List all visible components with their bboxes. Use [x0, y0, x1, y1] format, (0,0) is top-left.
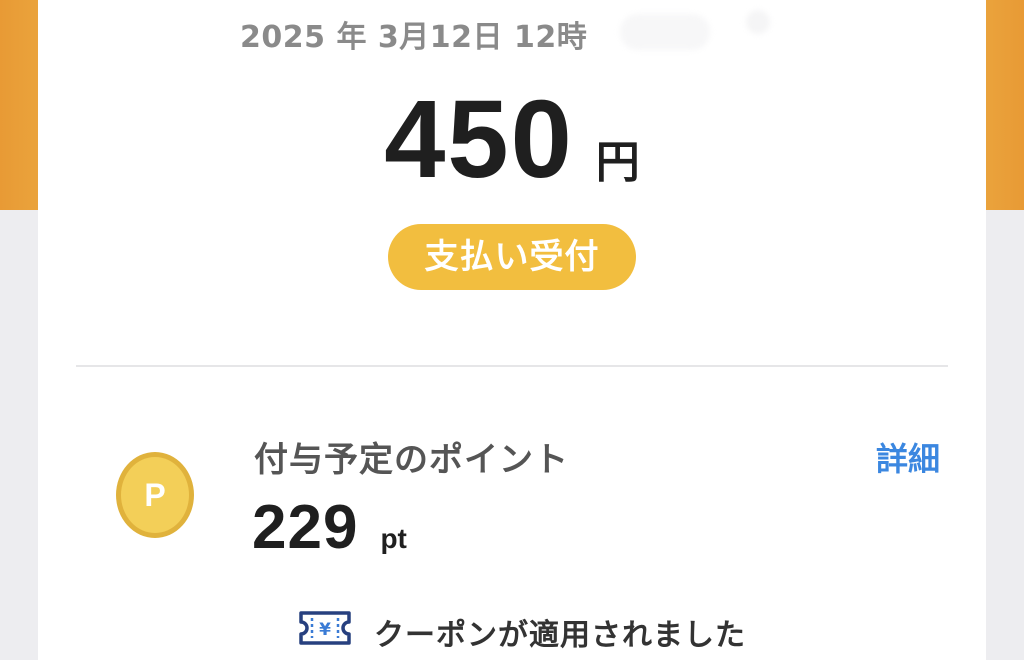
- background-left: [0, 210, 38, 660]
- points-unit: pt: [380, 523, 407, 554]
- ticket-yen-icon: ¥: [299, 611, 351, 645]
- redacted-time-mask-secondary: [746, 10, 770, 34]
- header-band-right: [986, 0, 1024, 210]
- coupon-applied-message: クーポンが適用されました: [374, 618, 746, 653]
- background-right: [986, 210, 1024, 660]
- section-divider: [76, 365, 948, 367]
- payment-status-badge: 支払い受付: [388, 224, 636, 290]
- transaction-datetime: 2025 年 3月12日 12時: [240, 20, 588, 55]
- payment-amount: 450: [384, 78, 574, 201]
- points-value: 229: [252, 493, 359, 562]
- payment-receipt-card: 2025 年 3月12日 12時 450 円 支払い受付 P 付与予定のポイント …: [38, 0, 986, 660]
- points-label: 付与予定のポイント: [254, 440, 569, 480]
- currency-unit: 円: [595, 137, 640, 188]
- ticket-yen-symbol: ¥: [319, 620, 331, 640]
- points-details-link[interactable]: 詳細: [876, 434, 940, 480]
- redacted-time-mask: [620, 14, 710, 50]
- point-coin-icon: P: [116, 452, 194, 538]
- coin-letter: P: [144, 477, 165, 513]
- payment-amount-row: 450 円: [38, 80, 986, 200]
- points-amount-row: 229 pt: [252, 492, 407, 563]
- header-band-left: [0, 0, 38, 210]
